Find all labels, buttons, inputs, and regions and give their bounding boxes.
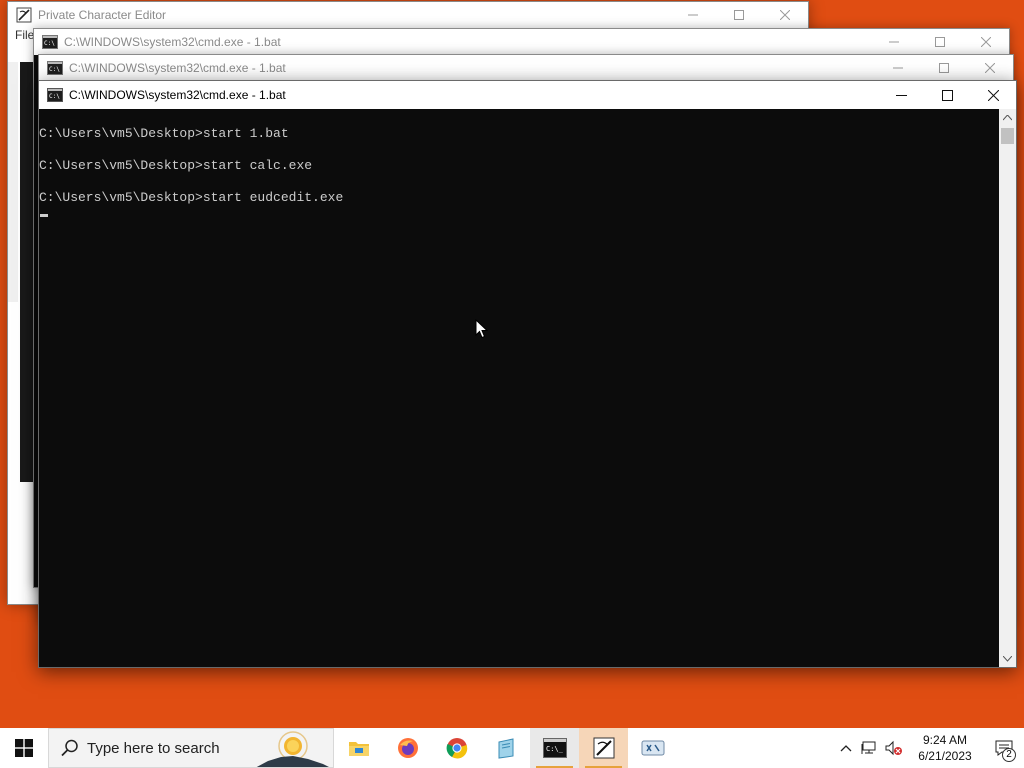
pce-maximize-button[interactable]	[716, 2, 762, 28]
notepad-icon	[498, 738, 513, 759]
pce-side-panel	[8, 62, 18, 302]
cmd-active-titlebar[interactable]: C:\ C:\WINDOWS\system32\cmd.exe - 1.bat	[39, 81, 1016, 109]
search-highlight-image	[253, 729, 333, 767]
notification-badge: 2	[1002, 748, 1016, 762]
cmd-active-minimize-button[interactable]	[878, 81, 924, 109]
svg-text:C:\_: C:\_	[546, 745, 564, 753]
pce-titlebar[interactable]: Private Character Editor	[8, 2, 808, 28]
clock-time: 9:24 AM	[922, 733, 968, 747]
notification-center-button[interactable]: 2	[984, 728, 1024, 768]
console-line: C:\Users\vm5\Desktop>start eudcedit.exe	[39, 190, 344, 205]
volume-muted-icon[interactable]	[882, 728, 906, 768]
pce-app-icon	[16, 7, 32, 23]
cmd-back-2-title: C:\WINDOWS\system32\cmd.exe - 1.bat	[64, 35, 281, 49]
network-icon[interactable]	[858, 728, 882, 768]
pce-title: Private Character Editor	[38, 8, 167, 22]
cmd-active-close-button[interactable]	[970, 81, 1016, 109]
private-character-editor-icon	[593, 737, 614, 759]
taskbar-firefox[interactable]	[383, 728, 432, 768]
cmd-icon: C:\	[47, 88, 63, 102]
svg-text:C:\: C:\	[44, 40, 55, 47]
taskbar-notepad[interactable]	[481, 728, 530, 768]
console-scrollbar[interactable]	[999, 109, 1016, 667]
cmd-icon: C:\_	[542, 738, 567, 758]
cmd-back-1-titlebar[interactable]: C:\ C:\WINDOWS\system32\cmd.exe - 1.bat	[39, 55, 1013, 81]
taskbar-private-character-editor[interactable]	[579, 728, 628, 768]
cmd-back-1-minimize-button[interactable]	[875, 55, 921, 81]
scroll-thumb[interactable]	[1001, 128, 1014, 144]
cmd-icon: C:\	[47, 61, 63, 75]
start-button[interactable]	[0, 728, 48, 768]
pce-minimize-button[interactable]	[670, 2, 716, 28]
cmd-back-2-maximize-button[interactable]	[917, 29, 963, 55]
mouse-pointer-icon	[475, 318, 489, 342]
system-tray: 9:24 AM 6/21/2023 2	[834, 728, 1024, 768]
taskbar-cmd[interactable]: C:\_	[530, 728, 579, 768]
scroll-down-button[interactable]	[999, 650, 1016, 667]
cmd-active-title: C:\WINDOWS\system32\cmd.exe - 1.bat	[69, 88, 286, 102]
svg-text:C:\: C:\	[49, 66, 60, 73]
cmd-icon: C:\	[42, 35, 58, 49]
svg-text:C:\: C:\	[49, 93, 60, 100]
windows-logo-icon	[15, 739, 33, 757]
search-icon	[61, 739, 79, 757]
cmd-back-2-close-button[interactable]	[963, 29, 1009, 55]
firefox-icon	[397, 738, 418, 758]
cmd-back-2-minimize-button[interactable]	[871, 29, 917, 55]
chevron-up-icon[interactable]	[834, 728, 858, 768]
taskbar-search-box[interactable]: Type here to search	[48, 728, 334, 768]
taskbar-file-explorer[interactable]	[334, 728, 383, 768]
clock[interactable]: 9:24 AM 6/21/2023	[906, 732, 984, 764]
cmd-window-active[interactable]: C:\ C:\WINDOWS\system32\cmd.exe - 1.bat …	[38, 80, 1017, 668]
cmd-back-1-title: C:\WINDOWS\system32\cmd.exe - 1.bat	[69, 61, 286, 75]
taskbar: Type here to search C:\_ 9:24 AM 6/21/20…	[0, 728, 1024, 768]
cmd-active-maximize-button[interactable]	[924, 81, 970, 109]
taskbar-chrome[interactable]	[432, 728, 481, 768]
console-line: C:\Users\vm5\Desktop>start calc.exe	[39, 158, 313, 173]
console-line: C:\Users\vm5\Desktop>start 1.bat	[39, 126, 289, 141]
search-placeholder: Type here to search	[87, 739, 220, 757]
folder-icon	[348, 742, 369, 756]
chrome-icon	[446, 738, 467, 759]
cmd-back-2-titlebar[interactable]: C:\ C:\WINDOWS\system32\cmd.exe - 1.bat	[34, 29, 1009, 55]
cmd-back-1-maximize-button[interactable]	[921, 55, 967, 81]
scroll-up-button[interactable]	[999, 109, 1016, 126]
pce-close-button[interactable]	[762, 2, 808, 28]
cmd-back-1-close-button[interactable]	[967, 55, 1013, 81]
taskbar-app-7[interactable]	[628, 728, 677, 768]
text-cursor	[40, 214, 48, 217]
app-icon	[641, 740, 664, 756]
clock-date: 6/21/2023	[918, 749, 972, 763]
console-output[interactable]: C:\Users\vm5\Desktop>start 1.bat C:\User…	[39, 109, 999, 667]
